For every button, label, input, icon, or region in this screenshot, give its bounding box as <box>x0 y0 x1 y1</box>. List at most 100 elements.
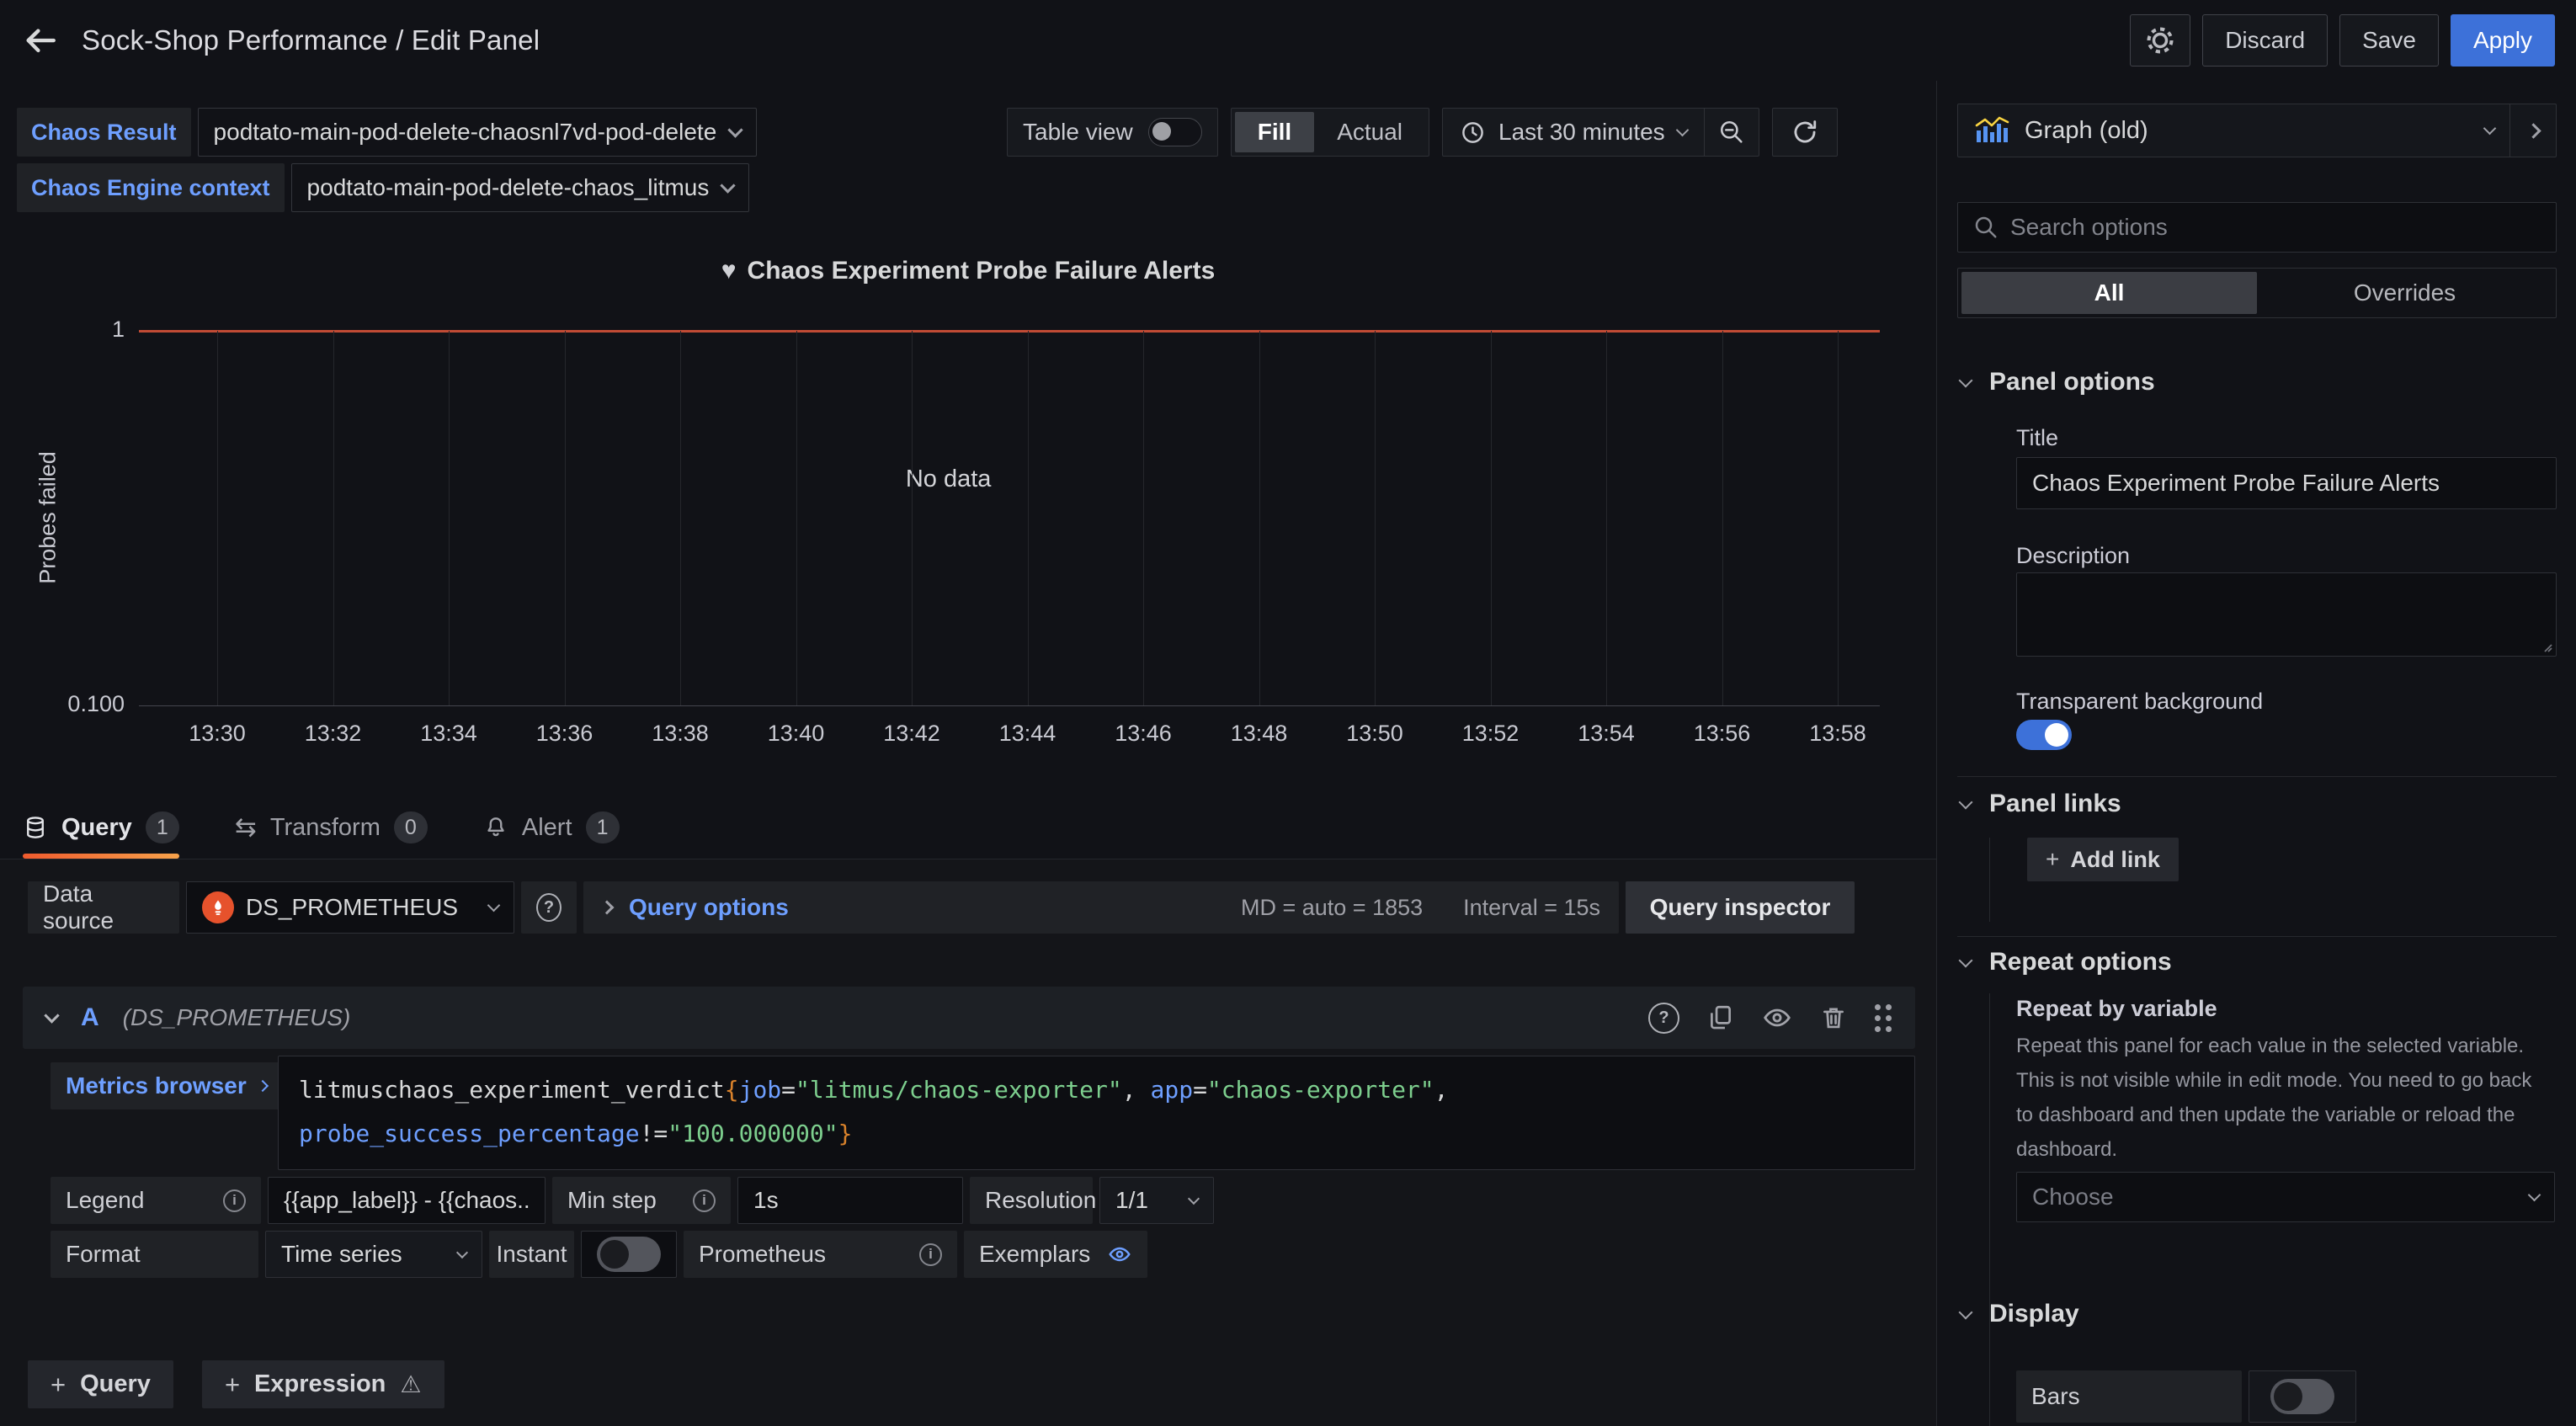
repeat-by-variable-label: Repeat by variable <box>2016 996 2217 1022</box>
section-panel-options[interactable]: Panel options <box>1961 368 2155 396</box>
instant-toggle-box <box>581 1231 677 1278</box>
gridline <box>1375 331 1376 705</box>
gear-icon <box>2145 25 2175 56</box>
section-repeat-options[interactable]: Repeat options <box>1961 948 2172 976</box>
chevron-down-icon <box>1675 124 1689 137</box>
gridline <box>1028 331 1029 705</box>
collapse-chevron-icon[interactable] <box>44 1008 59 1023</box>
viz-picker-expand-button[interactable] <box>2509 104 2556 157</box>
hide-query-eye-icon[interactable] <box>1762 1003 1792 1033</box>
tab-label: Alert <box>522 814 572 842</box>
plus-icon: + <box>225 1370 240 1400</box>
add-expression-button[interactable]: + Expression ⚠ <box>202 1360 444 1408</box>
max-datapoints-info: MD = auto = 1853 <box>1241 895 1423 921</box>
query-options-summary: MD = auto = 1853 Interval = 15s <box>1241 895 1600 921</box>
datasource-select[interactable]: DS_PROMETHEUS <box>186 881 514 934</box>
x-axis-tick-label: 13:50 <box>1346 721 1403 747</box>
page-title: Sock-Shop Performance / Edit Panel <box>82 24 540 56</box>
apply-button[interactable]: Apply <box>2451 14 2555 67</box>
legend-input[interactable] <box>268 1177 546 1224</box>
refresh-icon <box>1791 118 1819 146</box>
query-options-row-2: Format Time series Instant Prometheus i … <box>51 1231 1147 1278</box>
query-options-row-1: Legend i Min step i Resolution 1/1 <box>51 1177 1214 1224</box>
datasource-help-button[interactable]: ? <box>521 881 577 934</box>
save-button[interactable]: Save <box>2339 14 2439 67</box>
time-range-picker[interactable]: Last 30 minutes <box>1443 109 1704 156</box>
duplicate-query-icon[interactable] <box>1706 1003 1735 1032</box>
interval-info: Interval = 15s <box>1463 895 1600 921</box>
panel-description-textarea[interactable] <box>2016 572 2557 657</box>
plot-area[interactable]: No data 13:3013:3213:3413:3613:3813:4013… <box>139 331 1880 706</box>
variable-value-dropdown[interactable]: podtato-main-pod-delete-chaos_litmus <box>291 163 750 212</box>
bars-toggle[interactable] <box>2270 1379 2334 1414</box>
tab-query[interactable]: Query 1 <box>23 796 179 859</box>
query-inspector-button[interactable]: Query inspector <box>1626 881 1855 934</box>
datasource-row: Data source DS_PROMETHEUS ? Query option… <box>28 881 1855 934</box>
discard-button[interactable]: Discard <box>2202 14 2328 67</box>
grafana-edit-panel: Sock-Shop Performance / Edit Panel Disca… <box>0 0 2576 1426</box>
variable-chaos-engine-context: Chaos Engine context podtato-main-pod-de… <box>17 163 749 212</box>
promql-line: litmuschaos_experiment_verdict{job="litm… <box>299 1068 1894 1112</box>
visualization-select[interactable]: Graph (old) <box>1958 104 2509 157</box>
table-view-toggle[interactable] <box>1148 118 1202 146</box>
min-step-input-field[interactable] <box>753 1187 947 1214</box>
format-select[interactable]: Time series <box>265 1231 482 1278</box>
transparent-background-toggle[interactable] <box>2016 720 2072 750</box>
info-icon: i <box>223 1189 246 1212</box>
chevron-down-icon <box>2528 1189 2541 1202</box>
no-data-text: No data <box>906 466 992 493</box>
x-axis-tick-label: 13:56 <box>1694 721 1751 747</box>
y-axis-tick-1: 1 <box>0 317 125 343</box>
panel-title-input[interactable] <box>2032 470 2541 497</box>
database-icon <box>23 815 48 840</box>
section-display[interactable]: Display <box>1961 1300 2079 1328</box>
exemplars-eye-icon[interactable] <box>1107 1242 1132 1267</box>
query-row-actions: ? <box>1648 1003 1892 1034</box>
add-link-button[interactable]: + Add link <box>2027 838 2179 881</box>
tab-transform[interactable]: ⇆ Transform 0 <box>235 796 428 859</box>
repeat-select-placeholder: Choose <box>2032 1184 2114 1211</box>
promql-expression[interactable]: litmuschaos_experiment_verdict{job="litm… <box>278 1056 1915 1170</box>
variable-value-dropdown[interactable]: podtato-main-pod-delete-chaosnl7vd-pod-d… <box>198 108 758 157</box>
query-row-header[interactable]: A (DS_PROMETHEUS) ? <box>23 987 1915 1049</box>
delete-query-trash-icon[interactable] <box>1819 1003 1848 1032</box>
gridline <box>1606 331 1607 705</box>
gridline <box>333 331 334 705</box>
panel-settings-button[interactable] <box>2130 14 2190 67</box>
min-step-input[interactable] <box>737 1177 963 1224</box>
variable-label: Chaos Result <box>17 108 191 157</box>
y-axis-tick-0100: 0.100 <box>0 691 125 717</box>
section-panel-links[interactable]: Panel links <box>1961 790 2121 818</box>
resolution-select[interactable]: 1/1 <box>1099 1177 1214 1224</box>
time-range-control: Last 30 minutes <box>1442 108 1759 157</box>
x-axis-tick-label: 13:36 <box>536 721 593 747</box>
chevron-down-icon <box>456 1246 468 1258</box>
options-search-input[interactable] <box>2010 214 2541 241</box>
chevron-down-icon <box>1959 373 1973 387</box>
visualization-picker: Graph (old) <box>1957 104 2557 157</box>
fill-option[interactable]: Fill <box>1235 112 1314 152</box>
exemplar-datasource-label: Prometheus i <box>684 1231 957 1278</box>
filter-tab-overrides[interactable]: Overrides <box>2257 272 2552 314</box>
transform-icon: ⇆ <box>235 812 257 843</box>
zoom-out-time-button[interactable] <box>1704 109 1759 156</box>
query-help-icon[interactable]: ? <box>1648 1003 1679 1034</box>
add-query-button[interactable]: + Query <box>28 1360 173 1408</box>
tab-alert[interactable]: Alert 1 <box>483 796 620 859</box>
drag-handle-icon[interactable] <box>1875 1004 1892 1032</box>
refresh-button[interactable] <box>1772 108 1838 157</box>
filter-tab-all[interactable]: All <box>1961 272 2257 314</box>
instant-toggle[interactable] <box>597 1237 661 1272</box>
tab-count-badge: 1 <box>146 811 179 843</box>
variable-label: Chaos Engine context <box>17 163 285 212</box>
plus-icon: + <box>2046 846 2059 873</box>
back-button[interactable] <box>21 21 60 60</box>
metrics-browser-button[interactable]: Metrics browser <box>51 1062 282 1109</box>
query-options-toggle[interactable]: Query options <box>629 894 789 921</box>
actual-option[interactable]: Actual <box>1314 112 1425 152</box>
sidebar-divider <box>1936 81 1937 1426</box>
section-divider <box>1957 776 2557 777</box>
legend-input-field[interactable] <box>284 1187 530 1214</box>
repeat-variable-select[interactable]: Choose <box>2016 1172 2555 1222</box>
legend-field-label: Legend i <box>51 1177 261 1224</box>
